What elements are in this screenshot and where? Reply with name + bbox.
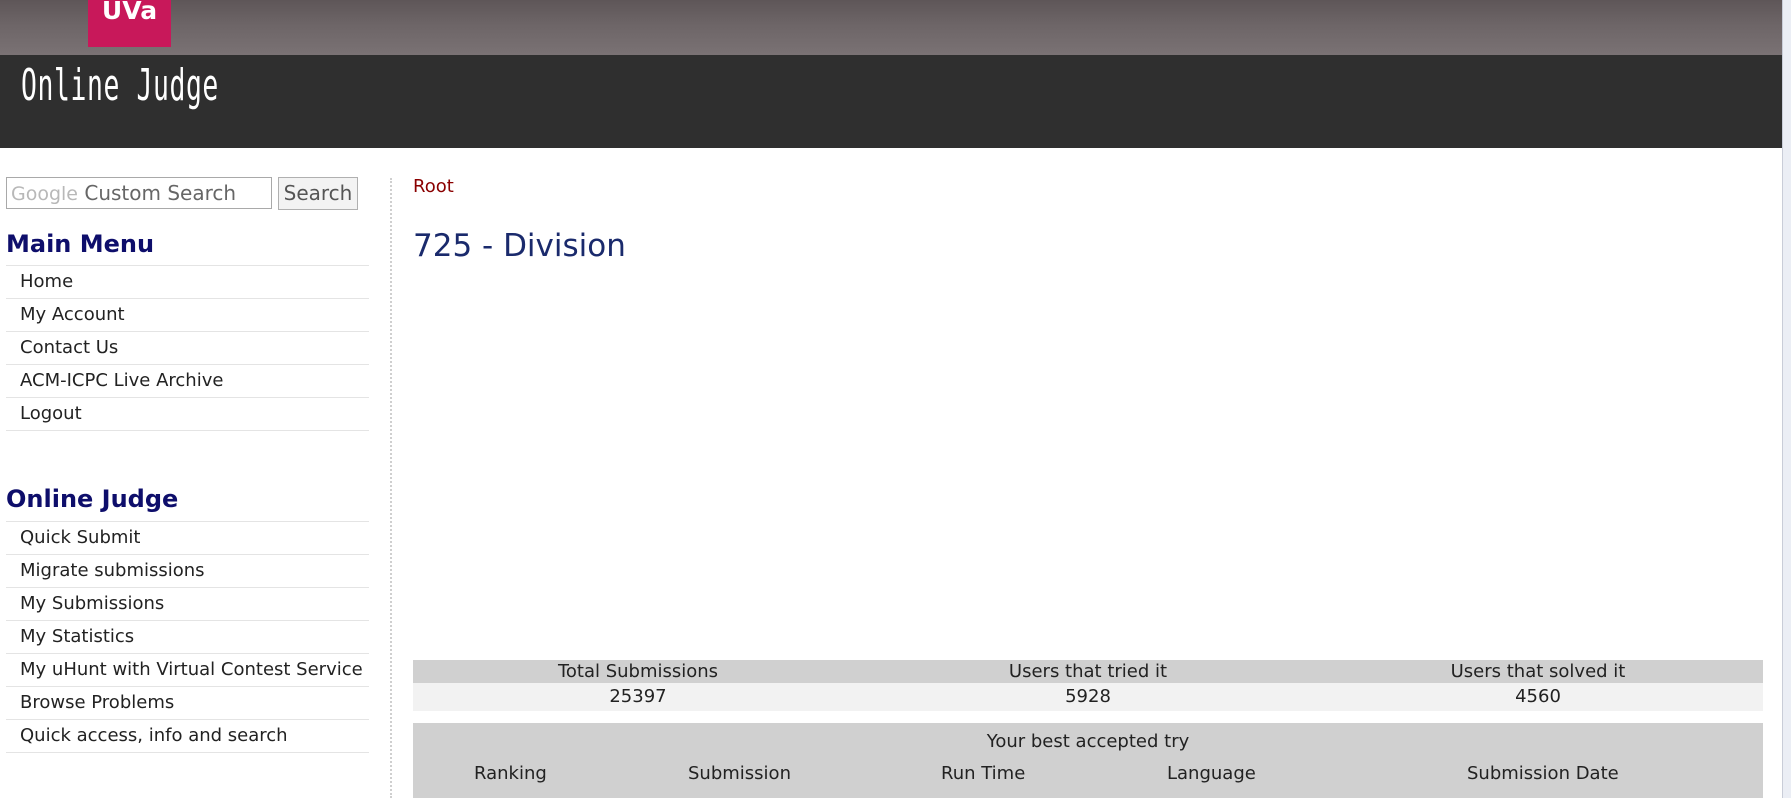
online-judge-menu-title: Online Judge — [6, 485, 179, 513]
menu-item-home[interactable]: Home — [6, 266, 369, 299]
menu-item-browse-problems[interactable]: Browse Problems — [6, 687, 369, 720]
stats-total-submissions: 25397 — [609, 686, 667, 707]
menu-item-contact-us[interactable]: Contact Us — [6, 332, 369, 365]
uva-logo[interactable]: UVa — [88, 0, 171, 47]
site-title[interactable]: Online Judge — [21, 60, 219, 111]
menu-item-my-submissions[interactable]: My Submissions — [6, 588, 369, 621]
best-try-col-submission-date: Submission Date — [1467, 763, 1619, 784]
search-placeholder: Custom Search — [84, 181, 237, 205]
menu-item-quick-access[interactable]: Quick access, info and search — [6, 720, 369, 753]
stats-header-users-solved: Users that solved it — [1450, 661, 1626, 682]
best-try-col-language: Language — [1167, 763, 1256, 784]
site-banner: Online Judge — [0, 55, 1782, 148]
problem-stats-table: Total Submissions Users that tried it Us… — [413, 660, 1763, 711]
best-accepted-try-table: Your best accepted try Ranking Submissio… — [413, 723, 1763, 798]
stats-users-tried: 5928 — [1065, 686, 1111, 707]
search-button[interactable]: Search — [278, 177, 358, 210]
menu-item-my-statistics[interactable]: My Statistics — [6, 621, 369, 654]
search-input[interactable]: Google Custom Search — [6, 177, 272, 209]
menu-item-logout[interactable]: Logout — [6, 398, 369, 431]
google-search-logo: Google — [11, 183, 79, 205]
menu-item-uhunt[interactable]: My uHunt with Virtual Contest Service — [6, 654, 369, 687]
page: UVa Online Judge Google Custom Search Se… — [0, 0, 1791, 798]
best-try-col-submission: Submission — [688, 763, 791, 784]
best-try-col-run-time: Run Time — [941, 763, 1026, 784]
stats-header-users-tried: Users that tried it — [1008, 661, 1168, 682]
sidebar-divider — [390, 178, 392, 798]
best-try-title: Your best accepted try — [986, 731, 1190, 752]
breadcrumb-root[interactable]: Root — [413, 176, 454, 197]
stats-value-row: 25397 5928 4560 — [413, 683, 1763, 711]
menu-item-quick-submit[interactable]: Quick Submit — [6, 522, 369, 555]
main-menu-title: Main Menu — [6, 230, 155, 258]
stats-users-solved: 4560 — [1515, 686, 1561, 707]
menu-item-migrate-submissions[interactable]: Migrate submissions — [6, 555, 369, 588]
menu-item-my-account[interactable]: My Account — [6, 299, 369, 332]
online-judge-menu-list: Quick Submit Migrate submissions My Subm… — [6, 521, 369, 753]
sidebar: Google Custom Search Search Main Menu Ho… — [0, 148, 392, 798]
top-bar: UVa — [0, 0, 1782, 55]
problem-title: 725 - Division — [413, 228, 626, 264]
stats-header-total-submissions: Total Submissions — [557, 661, 719, 682]
best-try-header-row: Ranking Submission Run Time Language Sub… — [413, 763, 1763, 793]
best-try-col-ranking: Ranking — [474, 763, 547, 784]
menu-item-live-archive[interactable]: ACM-ICPC Live Archive — [6, 365, 369, 398]
stats-header-row: Total Submissions Users that tried it Us… — [413, 660, 1763, 683]
main-menu-list: Home My Account Contact Us ACM-ICPC Live… — [6, 265, 369, 431]
window-right-edge — [1782, 0, 1791, 798]
